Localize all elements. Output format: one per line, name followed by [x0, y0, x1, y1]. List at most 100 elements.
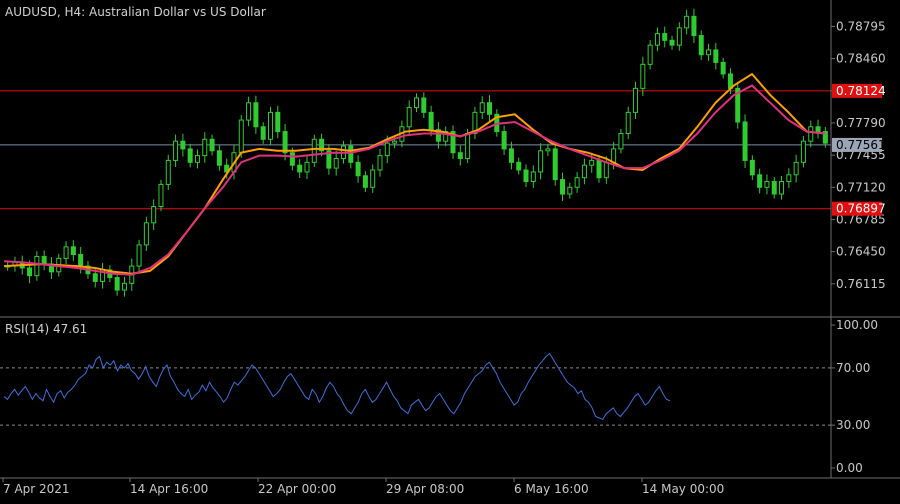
candle[interactable] — [720, 61, 726, 75]
candle[interactable] — [457, 152, 463, 159]
candle[interactable] — [121, 282, 127, 291]
candle[interactable] — [618, 133, 624, 150]
candle[interactable] — [253, 102, 259, 128]
candle[interactable] — [209, 138, 215, 152]
candle[interactable] — [764, 181, 770, 188]
candle[interactable] — [808, 126, 814, 142]
candle[interactable] — [158, 183, 164, 208]
price-tick-label: 0.77120 — [836, 180, 886, 194]
candle[interactable] — [63, 246, 69, 259]
candle[interactable] — [421, 97, 427, 113]
price-tick-label: 0.78795 — [836, 19, 886, 33]
candle[interactable] — [216, 150, 222, 166]
candle[interactable] — [508, 148, 514, 163]
candle[interactable] — [625, 111, 631, 135]
candle[interactable] — [384, 142, 390, 157]
candle[interactable] — [41, 255, 47, 265]
candle[interactable] — [669, 39, 675, 46]
candle[interactable] — [27, 267, 33, 277]
candle[interactable] — [202, 138, 208, 157]
candle[interactable] — [246, 102, 252, 121]
candle[interactable] — [713, 49, 719, 63]
candle[interactable] — [414, 97, 419, 109]
candle[interactable] — [581, 164, 587, 179]
candle[interactable] — [640, 63, 646, 89]
candle[interactable] — [194, 155, 200, 163]
candle[interactable] — [487, 102, 493, 115]
candle[interactable] — [800, 140, 806, 163]
candle[interactable] — [603, 161, 609, 179]
candle[interactable] — [151, 206, 157, 224]
candle[interactable] — [260, 126, 266, 140]
time-tick-label: 6 May 16:00 — [514, 482, 589, 496]
candle[interactable] — [70, 246, 76, 256]
candle[interactable] — [611, 148, 617, 163]
candle[interactable] — [187, 148, 193, 163]
candle[interactable] — [523, 169, 529, 183]
candle[interactable] — [545, 148, 551, 152]
candle[interactable] — [238, 119, 244, 154]
candle[interactable] — [180, 140, 186, 150]
candle[interactable] — [114, 277, 120, 291]
candle[interactable] — [370, 169, 376, 188]
candle[interactable] — [676, 27, 682, 46]
candle[interactable] — [136, 244, 142, 267]
rsi-tick-label: 70.00 — [836, 361, 870, 375]
candle[interactable] — [684, 15, 690, 29]
candle[interactable] — [786, 174, 792, 183]
candle[interactable] — [34, 255, 40, 277]
candle[interactable] — [406, 107, 412, 128]
candle[interactable] — [596, 159, 602, 179]
chart-canvas[interactable]: 0.787950.784600.781240.777900.774550.771… — [0, 0, 900, 500]
candle[interactable] — [742, 121, 748, 161]
candle[interactable] — [282, 131, 288, 154]
candle[interactable] — [654, 33, 660, 46]
candle[interactable] — [355, 161, 361, 177]
candle[interactable] — [348, 145, 354, 163]
candle[interactable] — [501, 131, 507, 150]
candle[interactable] — [311, 138, 317, 163]
candle[interactable] — [465, 133, 471, 159]
candle[interactable] — [333, 157, 339, 169]
candle[interactable] — [516, 161, 522, 171]
candle[interactable] — [691, 15, 697, 37]
candle[interactable] — [552, 148, 558, 181]
candle[interactable] — [428, 111, 434, 131]
candle[interactable] — [647, 44, 653, 65]
candle[interactable] — [392, 140, 398, 144]
rsi-tick-label: 100.00 — [836, 318, 878, 332]
candle[interactable] — [377, 155, 383, 171]
candle[interactable] — [589, 159, 595, 166]
candle[interactable] — [662, 33, 668, 41]
rsi-tick-label: 0.00 — [836, 461, 863, 475]
rsi-title: RSI(14) 47.61 — [5, 322, 87, 336]
candle[interactable] — [267, 111, 273, 140]
time-tick-label: 29 Apr 08:00 — [386, 482, 464, 496]
candle[interactable] — [793, 161, 799, 176]
candle[interactable] — [560, 179, 566, 195]
candle[interactable] — [165, 159, 171, 185]
candle[interactable] — [78, 254, 84, 267]
candle[interactable] — [143, 222, 149, 246]
candle[interactable] — [479, 102, 485, 113]
trading-chart[interactable]: 0.787950.784600.781240.777900.774550.771… — [0, 0, 900, 500]
candle[interactable] — [771, 181, 777, 195]
candle[interactable] — [289, 152, 295, 166]
candle[interactable] — [567, 186, 573, 195]
candle[interactable] — [304, 161, 310, 173]
candle[interactable] — [757, 174, 763, 188]
candle[interactable] — [779, 181, 785, 195]
candle[interactable] — [815, 126, 821, 133]
candle[interactable] — [538, 150, 544, 173]
candle[interactable] — [698, 35, 704, 56]
candle[interactable] — [362, 175, 368, 188]
candle[interactable] — [749, 159, 755, 176]
candle[interactable] — [530, 171, 536, 183]
candle[interactable] — [706, 49, 712, 56]
candle[interactable] — [574, 177, 580, 188]
candle[interactable] — [92, 273, 98, 282]
candle[interactable] — [633, 87, 639, 113]
candle[interactable] — [297, 164, 303, 173]
candle[interactable] — [275, 111, 281, 133]
candle[interactable] — [173, 140, 179, 161]
